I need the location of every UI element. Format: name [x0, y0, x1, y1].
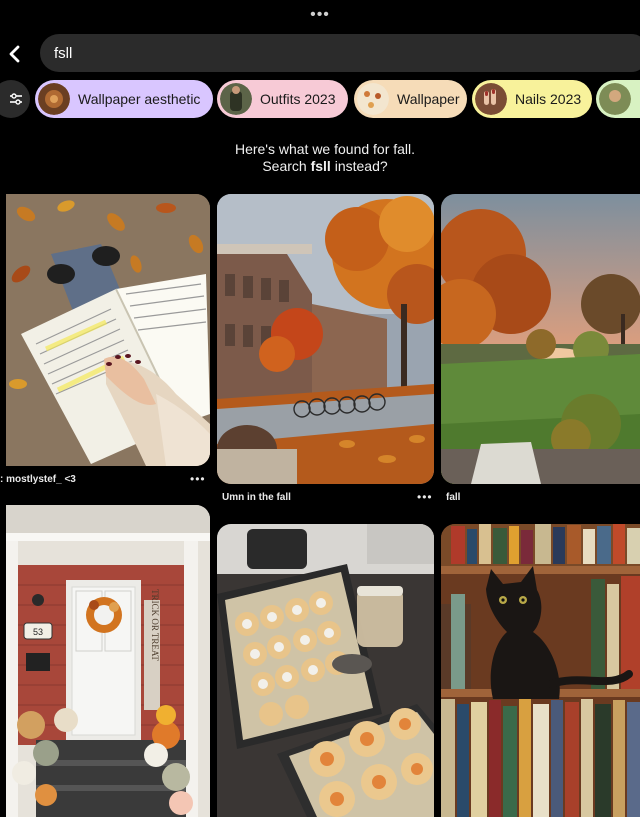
- pin-image[interactable]: [217, 194, 434, 484]
- pin-photo-campus: [217, 194, 434, 484]
- house-number: 53: [33, 627, 43, 637]
- pin-photo-porch: TRICK OR TREAT 53: [6, 505, 210, 817]
- spelling-correction-notice: Here's what we found for fall. Search fs…: [0, 141, 640, 175]
- pin-image[interactable]: [6, 194, 210, 466]
- search-original-link[interactable]: Search fsll instead?: [0, 158, 640, 175]
- pin-photo-sunset-field: [441, 194, 640, 484]
- chip-wallpaper[interactable]: Wallpaper: [354, 80, 467, 118]
- search-input[interactable]: [54, 34, 614, 72]
- chip-outfits-2023[interactable]: Outfits 2023: [217, 80, 348, 118]
- notice-prefix: Search: [262, 158, 311, 174]
- pin-caption[interactable]: Umn in the fall: [222, 492, 291, 503]
- porch-sign-text: TRICK OR TREAT: [150, 589, 160, 661]
- pin-more-button[interactable]: •••: [417, 490, 433, 504]
- filter-button[interactable]: [0, 80, 30, 118]
- pin-image[interactable]: TRICK OR TREAT 53: [6, 505, 210, 817]
- chip-thumbnail: [599, 83, 631, 115]
- pin-image[interactable]: [441, 524, 640, 817]
- chip-thumbnail: [357, 83, 389, 115]
- suggestion-chips: Wallpaper aesthetic Outfits 2023 Wallpap…: [0, 80, 640, 120]
- chip-thumbnail: [475, 83, 507, 115]
- chip-label: Wallpaper aesthetic: [78, 91, 201, 107]
- pin-more-button[interactable]: •••: [190, 472, 206, 486]
- chip-label: Outfits 2023: [260, 91, 336, 107]
- drag-handle[interactable]: •••: [0, 7, 640, 23]
- pin-caption[interactable]: fall: [446, 492, 460, 503]
- chip-wallpaper-aesthetic[interactable]: Wallpaper aesthetic: [35, 80, 213, 118]
- pin-caption[interactable]: : mostlystef_ <3: [0, 474, 76, 485]
- pin-image[interactable]: [217, 524, 434, 817]
- search-box[interactable]: [40, 34, 640, 72]
- chip-label: Nails 2023: [515, 91, 582, 107]
- chip-thumbnail: [220, 83, 252, 115]
- chip-nails-2023[interactable]: Nails 2023: [472, 80, 592, 118]
- search-bar-row: [0, 34, 640, 74]
- notice-term: fsll: [310, 158, 331, 174]
- notice-suffix: instead?: [330, 158, 388, 174]
- chevron-left-icon: [9, 45, 20, 63]
- chip-label: Wallpaper: [397, 91, 460, 107]
- back-button[interactable]: [2, 40, 28, 68]
- pin-photo-cookies: [217, 524, 434, 817]
- sliders-icon: [10, 93, 22, 105]
- notice-line: Here's what we found for fall.: [234, 141, 416, 157]
- pin-photo-cat-bookshelf: [441, 524, 640, 817]
- chip-more[interactable]: [596, 80, 640, 118]
- pin-image[interactable]: [441, 194, 640, 484]
- chip-thumbnail: [38, 83, 70, 115]
- pin-photo-book-leaves: [6, 194, 210, 466]
